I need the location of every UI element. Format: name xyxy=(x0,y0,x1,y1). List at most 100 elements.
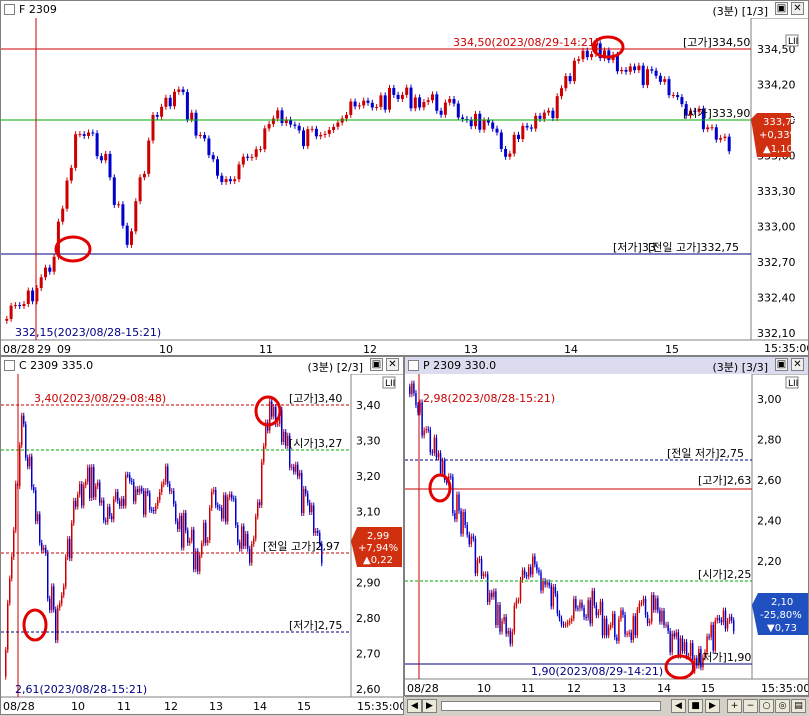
candle-body xyxy=(199,554,201,572)
candle-body xyxy=(517,600,520,602)
candle-body xyxy=(129,475,131,481)
candle-body xyxy=(22,303,26,307)
candle-body xyxy=(207,540,209,543)
candle-body xyxy=(276,110,280,119)
candle-body xyxy=(259,502,261,506)
candle-body xyxy=(101,500,103,503)
xtick-label: 11 xyxy=(521,682,535,695)
svg-text:LII: LII xyxy=(788,379,798,389)
candle-body xyxy=(19,445,21,487)
candle-body xyxy=(591,590,593,624)
xtick-label: 08/28 xyxy=(407,682,439,695)
svg-text:+7,94%: +7,94% xyxy=(358,543,398,554)
candle-body xyxy=(143,490,145,515)
candle-body xyxy=(654,70,658,76)
hline-high-label: [고가]3,40 xyxy=(289,392,342,405)
chart-p[interactable]: 3,002,802,602,402,202,00 08/281011121314… xyxy=(405,357,809,696)
menu-icon[interactable]: ▤ xyxy=(791,699,806,713)
xaxis-ticks: 08/28 29 09 10 11 12 13 14 15 xyxy=(3,343,679,356)
zoom-in-icon[interactable]: + xyxy=(727,699,742,713)
candle-body xyxy=(104,153,108,161)
candle-body xyxy=(187,530,189,543)
candle-body xyxy=(302,130,305,147)
candle-body xyxy=(538,115,542,119)
play-left-icon[interactable]: ◀ xyxy=(671,699,686,713)
svg-text:333,75: 333,75 xyxy=(763,117,798,128)
candle-body xyxy=(655,598,657,610)
scroll-track[interactable] xyxy=(441,701,661,711)
candle-body xyxy=(41,542,43,551)
fit-icon[interactable]: ◎ xyxy=(775,699,790,713)
candle-body xyxy=(517,134,520,140)
ytick-label: 2,80 xyxy=(356,612,381,625)
candle-body xyxy=(628,66,632,72)
candle-body xyxy=(679,638,682,656)
candle-body xyxy=(93,467,95,498)
candle-body xyxy=(111,515,113,520)
candle-body xyxy=(233,498,235,500)
hline-open-label: [시가]333,90 xyxy=(683,107,750,120)
stop-icon[interactable]: ■ xyxy=(688,699,703,713)
candle-body xyxy=(669,631,671,653)
xtick-label: 12 xyxy=(164,700,178,713)
candle-body xyxy=(173,491,175,504)
candle-body xyxy=(486,120,490,123)
candle-body xyxy=(468,534,470,545)
candle-body xyxy=(237,525,239,543)
candle-body xyxy=(622,610,624,615)
time-label: 15:35:00 xyxy=(764,342,809,355)
candle-body xyxy=(663,79,667,82)
scroll-left-icon[interactable]: ◀ xyxy=(407,699,422,713)
candle-body xyxy=(295,464,297,472)
candle-body xyxy=(39,277,43,289)
xtick-label: 11 xyxy=(117,700,131,713)
candle-body xyxy=(115,491,117,500)
candle-body xyxy=(658,75,662,82)
candle-body xyxy=(139,488,141,493)
candle-body xyxy=(108,153,112,178)
zoom-reset-icon[interactable]: ○ xyxy=(759,699,774,713)
candle-body xyxy=(345,114,348,119)
xtick-label: 13 xyxy=(209,700,223,713)
candle-body xyxy=(213,489,215,492)
candle-body xyxy=(125,225,129,245)
scroll-right-icon[interactable]: ▶ xyxy=(422,699,437,713)
candle-body xyxy=(556,593,559,614)
candle-body xyxy=(85,481,87,486)
candle-body xyxy=(421,402,423,436)
candle-body xyxy=(63,586,65,596)
candle-body xyxy=(29,456,31,467)
candle-body xyxy=(618,618,620,641)
candle-body xyxy=(49,598,51,611)
price-tag: 2,99 +7,94% ▲0,22 xyxy=(351,527,402,567)
candle-body xyxy=(728,616,731,621)
xtick-label: 11 xyxy=(259,343,273,356)
candle-body xyxy=(431,94,434,101)
hline-high-label: [고가]334,50 xyxy=(683,36,750,49)
candle-body xyxy=(119,500,121,506)
candle-body xyxy=(612,613,614,626)
candle-body xyxy=(462,511,464,534)
candle-body xyxy=(681,638,684,651)
chart-panel-c: C 2309 335.0 (3분) [2/3] ▣ ✕ 3,40 3,30 3,20… xyxy=(0,356,404,715)
candle-body xyxy=(572,60,576,82)
candle-body xyxy=(472,536,475,539)
candle-body xyxy=(562,624,565,626)
candle-body xyxy=(495,128,499,133)
candle-body xyxy=(317,530,319,534)
candle-body xyxy=(435,94,439,111)
play-right-icon[interactable]: ▶ xyxy=(705,699,720,713)
candle-body xyxy=(439,453,442,474)
candle-body xyxy=(263,446,265,462)
candle-body xyxy=(9,578,11,603)
candle-body xyxy=(511,631,514,644)
zoom-out-icon[interactable]: − xyxy=(743,699,758,713)
candle-body xyxy=(568,76,572,82)
chart-c[interactable]: 3,403,303,203,103,002,902,802,702,60 08/… xyxy=(1,357,404,715)
chart-f[interactable]: 334,50334,20333,90333,60333,30333,00332,… xyxy=(1,1,809,356)
chart-toolbar: ◀ ▶ ◀ ■ ▶ + − ○ ◎ ▤ xyxy=(405,696,809,716)
candle-body xyxy=(5,649,7,677)
candle-body xyxy=(48,267,52,272)
candle-body xyxy=(499,604,501,632)
candle-body xyxy=(427,429,429,431)
